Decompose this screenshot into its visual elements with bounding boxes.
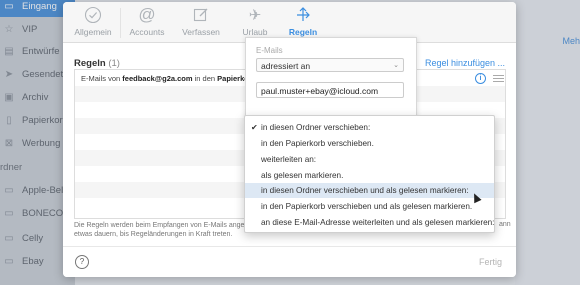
menu-item-label: in diesen Ordner verschieben: [261, 123, 371, 132]
tab-urlaub[interactable]: ✈ Urlaub [230, 6, 280, 40]
rule-prefix: E-Mails von [81, 74, 121, 83]
menu-item-forward[interactable]: weiterleiten an: [245, 152, 494, 167]
menu-item-mark-read[interactable]: als gelesen markieren. [245, 168, 494, 183]
sidebar-item-label: BONECO [22, 207, 64, 219]
rule-edit-popover: E-Mails adressiert an ⌄ paul.muster+ebay… [245, 37, 417, 119]
sidebar-item-label: Werbung [22, 137, 61, 149]
menu-item-label: an diese E-Mail-Adresse weiterleiten und… [261, 218, 495, 227]
action-dropdown-menu: ✔ in diesen Ordner verschieben: in den P… [244, 115, 495, 233]
sidebar-item-label: Archiv [22, 91, 49, 103]
compose-icon [176, 6, 226, 24]
folder-icon: ▭ [4, 232, 14, 244]
menu-item-label: in den Papierkorb verschieben. [261, 139, 374, 148]
menu-item-label: in diesen Ordner verschieben und als gel… [261, 186, 469, 195]
checkmark-circle-icon [68, 6, 118, 24]
tab-accounts[interactable]: @ Accounts [122, 5, 172, 40]
tab-label: Accounts [129, 27, 165, 37]
condition-label: E-Mails [256, 46, 283, 55]
airplane-icon: ✈ [248, 7, 262, 24]
tab-verfassen[interactable]: Verfassen [176, 6, 226, 40]
menu-item-move-to-trash[interactable]: in den Papierkorb verschieben. [245, 136, 494, 151]
tab-allgemein[interactable]: Allgemein [68, 6, 118, 40]
drag-handle-icon[interactable] [493, 75, 504, 84]
sidebar-item-label: Entwürfe [22, 45, 60, 57]
sidebar-item-label: VIP [22, 23, 38, 35]
archive-box-icon: ▣ [4, 91, 14, 103]
tab-label: Allgemein [74, 27, 112, 37]
condition-select[interactable]: adressiert an ⌄ [256, 58, 404, 72]
email-field[interactable]: paul.muster+ebay@icloud.com [256, 82, 404, 98]
add-rule-link[interactable]: Regel hinzufügen ... [425, 58, 505, 68]
menu-item-label: als gelesen markieren. [261, 171, 344, 180]
condition-select-value: adressiert an [261, 61, 311, 71]
inbox-icon: ▭ [4, 0, 14, 12]
at-sign-icon: @ [138, 5, 156, 24]
junk-icon: ⊠ [4, 137, 14, 149]
rules-title-text: Regeln [74, 58, 106, 69]
tab-label: Urlaub [242, 27, 268, 37]
menu-item-label: weiterleiten an: [261, 155, 317, 164]
menu-item-move-folder-mark-read[interactable]: in diesen Ordner verschieben und als gel… [245, 183, 494, 198]
background-more-link[interactable]: Meh [562, 36, 580, 46]
rule-sender: feedback@g2a.com [122, 74, 193, 83]
star-icon: ☆ [4, 23, 14, 35]
sidebar-item-label: Eingang [22, 0, 57, 12]
tab-regeln[interactable]: Regeln [278, 6, 328, 40]
done-button[interactable]: Fertig [479, 257, 502, 267]
folder-icon: ▭ [4, 184, 14, 196]
sidebar-section-folders: rdner [0, 162, 23, 173]
sidebar-item-label: Gesendet [22, 68, 64, 80]
paper-plane-icon: ➤ [4, 68, 14, 80]
menu-item-move-to-folder[interactable]: ✔ in diesen Ordner verschieben: [245, 120, 494, 135]
folder-icon: ▭ [4, 207, 14, 219]
dialog-footer: ? Fertig [63, 246, 516, 277]
rule-middle: in den [194, 74, 216, 83]
tab-divider [120, 8, 121, 38]
tab-label: Regeln [288, 27, 318, 37]
tab-label: Verfassen [182, 27, 220, 37]
info-icon[interactable]: i [475, 73, 486, 84]
sidebar-item-label: Papierkorb [22, 114, 68, 126]
help-button[interactable]: ? [75, 255, 89, 269]
menu-item-label: in den Papierkorb verschieben und als ge… [261, 202, 473, 211]
rules-count: (1) [108, 58, 120, 69]
rules-info-text-tail: ann [499, 221, 511, 228]
chevron-down-icon: ⌄ [393, 62, 399, 69]
checkmark-icon: ✔ [251, 123, 258, 132]
rules-title: Regeln (1) [74, 58, 120, 69]
draft-icon: ▤ [4, 45, 14, 57]
menu-item-forward-mark-read[interactable]: an diese E-Mail-Adresse weiterleiten und… [245, 215, 494, 230]
folder-icon: ▭ [4, 255, 14, 267]
sidebar-item-label: Celly [22, 232, 44, 244]
rule-description: E-Mails von feedback@g2a.com in den Papi… [81, 74, 256, 83]
menu-item-trash-mark-read[interactable]: in den Papierkorb verschieben und als ge… [245, 199, 494, 214]
rules-info-text: Die Regeln werden beim Empfangen von E-M… [74, 222, 254, 238]
rules-arrows-icon [278, 6, 328, 24]
sidebar-item-label: Ebay [22, 255, 44, 267]
trash-icon: ▯ [6, 114, 12, 126]
sidebar-item-label: Apple-Bele [22, 184, 69, 196]
